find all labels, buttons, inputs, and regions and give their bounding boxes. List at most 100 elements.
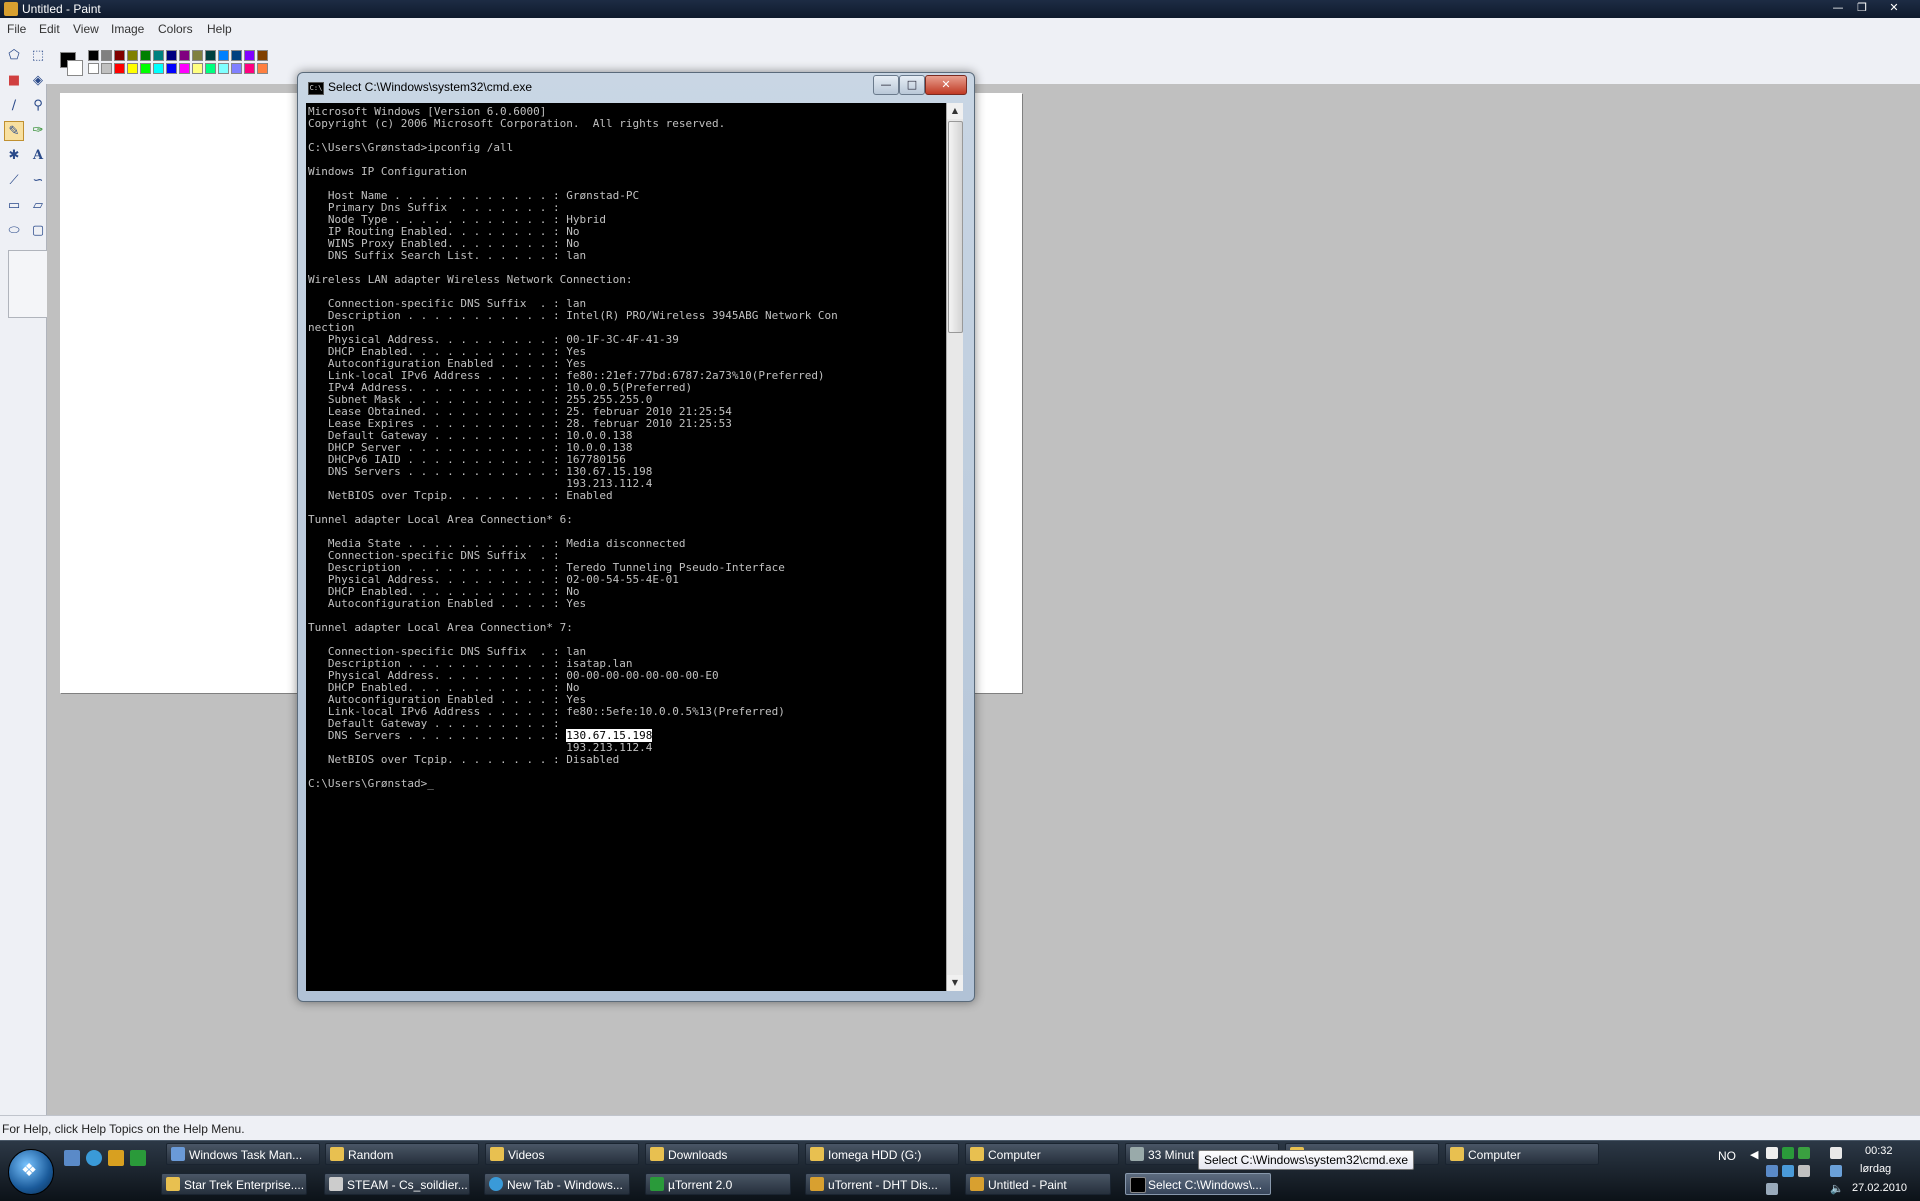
palette-swatch[interactable] <box>231 50 242 61</box>
task-folder-videos[interactable]: Videos <box>485 1143 639 1165</box>
scroll-up-icon[interactable]: ▲ <box>947 103 963 119</box>
palette-swatch[interactable] <box>192 63 203 74</box>
task-untitled-paint[interactable]: Untitled - Paint <box>965 1173 1111 1195</box>
task-computer-2[interactable]: Computer <box>1445 1143 1599 1165</box>
palette-swatch[interactable] <box>218 63 229 74</box>
tool-options-box[interactable] <box>8 250 48 318</box>
paint-title-bar[interactable]: Untitled - Paint — ❐ ✕ <box>0 0 1920 18</box>
language-indicator[interactable]: NO <box>1718 1149 1736 1163</box>
palette-swatch[interactable] <box>192 50 203 61</box>
tray-wifi-icon[interactable] <box>1830 1165 1842 1177</box>
pencil-icon[interactable]: ✎ <box>4 121 24 141</box>
palette-swatch[interactable] <box>205 50 216 61</box>
eraser-icon[interactable]: ■ <box>4 71 24 91</box>
minimize-icon[interactable]: — <box>1826 1 1850 15</box>
show-desktop-icon[interactable] <box>64 1150 80 1166</box>
rectangle-icon[interactable]: ▭ <box>4 196 24 216</box>
palette-swatch[interactable] <box>257 63 268 74</box>
task-utorrent[interactable]: µTorrent 2.0 <box>645 1173 791 1195</box>
task-computer[interactable]: Computer <box>965 1143 1119 1165</box>
tray-monitor-icon[interactable] <box>1766 1165 1778 1177</box>
curve-icon[interactable]: ∽ <box>28 171 48 191</box>
palette-swatch[interactable] <box>179 50 190 61</box>
task-utorrent-dht[interactable]: uTorrent - DHT Dis... <box>805 1173 951 1195</box>
palette-swatch[interactable] <box>257 50 268 61</box>
rounded-rectangle-icon[interactable]: ▢ <box>28 221 48 241</box>
palette-swatch[interactable] <box>140 63 151 74</box>
ie-icon[interactable] <box>86 1150 102 1166</box>
restore-icon[interactable]: ❐ <box>1850 1 1874 15</box>
airbrush-icon[interactable]: ✱ <box>4 146 24 166</box>
palette-swatch[interactable] <box>153 63 164 74</box>
task-folder-random[interactable]: Random <box>325 1143 479 1165</box>
palette-swatch[interactable] <box>127 50 138 61</box>
tray-app2-icon[interactable] <box>1798 1165 1810 1177</box>
current-colors[interactable] <box>58 50 84 78</box>
utorrent-quicklaunch-icon[interactable] <box>130 1150 146 1166</box>
menu-colors[interactable]: Colors <box>158 22 193 36</box>
palette-swatch[interactable] <box>140 50 151 61</box>
folder-icon <box>166 1177 180 1191</box>
line-icon[interactable]: ⟋ <box>4 171 24 191</box>
palette-swatch[interactable] <box>179 63 190 74</box>
palette-swatch[interactable] <box>205 63 216 74</box>
clock-time[interactable]: 00:32 <box>1865 1145 1893 1157</box>
tray-steam-icon[interactable] <box>1782 1165 1794 1177</box>
media-player-icon[interactable] <box>108 1150 124 1166</box>
palette-swatch[interactable] <box>231 63 242 74</box>
cmd-maximize-icon[interactable]: □ <box>899 75 925 95</box>
task-steam[interactable]: STEAM - Cs_soildier... <box>324 1173 470 1195</box>
task-cmd[interactable]: Select C:\Windows\... <box>1125 1173 1271 1195</box>
show-hidden-icons-icon[interactable]: ◀ <box>1750 1149 1762 1161</box>
palette-swatch[interactable] <box>166 50 177 61</box>
menu-edit[interactable]: Edit <box>39 22 60 36</box>
magnifier-icon[interactable]: ⚲ <box>28 96 48 116</box>
cmd-minimize-icon[interactable]: — <box>873 75 899 95</box>
text-icon[interactable]: A <box>28 146 48 166</box>
palette-swatch[interactable] <box>166 63 177 74</box>
scroll-thumb[interactable] <box>948 121 963 333</box>
task-iomega-hdd[interactable]: Iomega HDD (G:) <box>805 1143 959 1165</box>
color-picker-icon[interactable]: ∕ <box>4 96 24 116</box>
fill-bucket-icon[interactable]: ◈ <box>28 71 48 91</box>
cmd-scrollbar[interactable]: ▲ ▼ <box>946 103 963 991</box>
clock-date[interactable]: 27.02.2010 <box>1852 1182 1907 1194</box>
palette-swatch[interactable] <box>127 63 138 74</box>
tray-utorrent-icon[interactable] <box>1782 1147 1794 1159</box>
menu-view[interactable]: View <box>73 22 99 36</box>
task-star-trek-enterprise[interactable]: Star Trek Enterprise.... <box>161 1173 307 1195</box>
palette-swatch[interactable] <box>88 63 99 74</box>
palette-swatch[interactable] <box>114 63 125 74</box>
cmd-window[interactable]: C:\ Select C:\Windows\system32\cmd.exe —… <box>297 72 975 1002</box>
menu-help[interactable]: Help <box>207 22 232 36</box>
start-button[interactable]: ❖ <box>8 1149 54 1195</box>
ellipse-icon[interactable]: ⬭ <box>4 221 24 241</box>
polygon-icon[interactable]: ▱ <box>28 196 48 216</box>
palette-swatch[interactable] <box>101 50 112 61</box>
tray-battery-icon[interactable] <box>1830 1147 1842 1159</box>
palette-swatch[interactable] <box>153 50 164 61</box>
tray-network-icon[interactable] <box>1766 1147 1778 1159</box>
console-output[interactable]: Microsoft Windows [Version 6.0.6000] Cop… <box>306 103 946 991</box>
cmd-close-icon[interactable]: ✕ <box>925 75 967 95</box>
task-windows-task-manager[interactable]: Windows Task Man... <box>166 1143 320 1165</box>
palette-swatch[interactable] <box>114 50 125 61</box>
rect-select-icon[interactable]: ⬚ <box>28 46 48 66</box>
palette-swatch[interactable] <box>244 63 255 74</box>
tray-app3-icon[interactable] <box>1766 1183 1778 1195</box>
task-ie-new-tab[interactable]: New Tab - Windows... <box>484 1173 630 1195</box>
task-folder-downloads[interactable]: Downloads <box>645 1143 799 1165</box>
palette-swatch[interactable] <box>101 63 112 74</box>
menu-image[interactable]: Image <box>111 22 144 36</box>
palette-swatch[interactable] <box>218 50 229 61</box>
close-icon[interactable]: ✕ <box>1882 1 1906 15</box>
free-select-icon[interactable]: ⬠ <box>4 46 24 66</box>
menu-file[interactable]: File <box>7 22 26 36</box>
palette-swatch[interactable] <box>88 50 99 61</box>
clock-day[interactable]: lørdag <box>1860 1163 1891 1175</box>
palette-swatch[interactable] <box>244 50 255 61</box>
tray-app-icon[interactable] <box>1798 1147 1810 1159</box>
tray-volume-icon[interactable]: 🔈 <box>1830 1183 1844 1195</box>
scroll-down-icon[interactable]: ▼ <box>947 975 963 991</box>
brush-icon[interactable]: ✑ <box>28 121 48 141</box>
